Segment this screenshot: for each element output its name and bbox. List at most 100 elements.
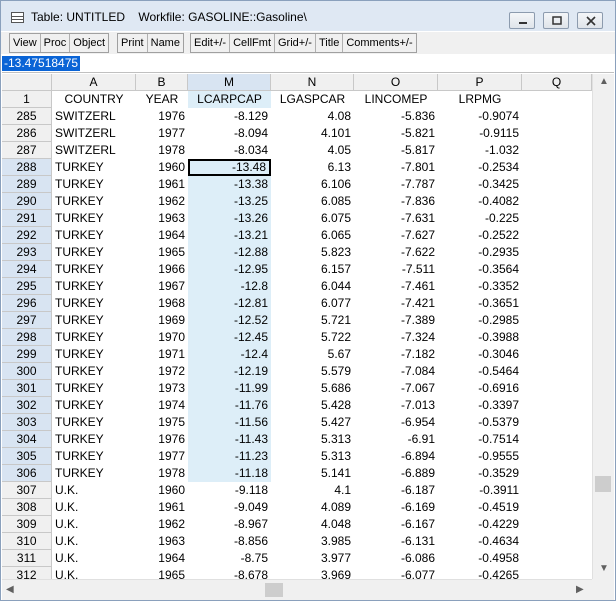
empty-cell-q[interactable] [522, 244, 592, 261]
row-header[interactable]: 1 [2, 91, 52, 108]
column-header-q[interactable]: Q [522, 74, 592, 91]
year-cell[interactable]: 1973 [136, 380, 188, 397]
lincomep-cell[interactable]: -7.787 [354, 176, 438, 193]
country-cell[interactable]: TURKEY [52, 176, 136, 193]
country-cell[interactable]: TURKEY [52, 346, 136, 363]
lrpmg-cell[interactable]: -0.5379 [438, 414, 522, 431]
lgaspcar-cell[interactable]: 5.579 [271, 363, 354, 380]
lincomep-cell[interactable]: -7.511 [354, 261, 438, 278]
lincomep-cell[interactable]: -7.631 [354, 210, 438, 227]
edit-toggle-button[interactable]: Edit+/- [191, 34, 231, 52]
lcarpcap-cell[interactable]: -11.18 [188, 465, 271, 482]
lcarpcap-cell[interactable]: -13.21 [188, 227, 271, 244]
year-cell[interactable]: 1964 [136, 227, 188, 244]
row-header[interactable]: 310 [2, 533, 52, 550]
proc-button[interactable]: Proc [41, 34, 71, 52]
lrpmg-cell[interactable]: -0.7514 [438, 431, 522, 448]
lrpmg-cell[interactable]: -0.3911 [438, 482, 522, 499]
lrpmg-cell[interactable]: -0.3651 [438, 295, 522, 312]
lcarpcap-cell[interactable]: -12.8 [188, 278, 271, 295]
lrpmg-cell[interactable]: -0.3352 [438, 278, 522, 295]
vertical-scrollbar[interactable]: ▲ ▼ [592, 74, 614, 579]
lrpmg-cell[interactable]: -0.3988 [438, 329, 522, 346]
lcarpcap-cell[interactable]: -8.856 [188, 533, 271, 550]
lgaspcar-cell[interactable]: 6.044 [271, 278, 354, 295]
empty-cell-q[interactable] [522, 278, 592, 295]
empty-cell-q[interactable] [522, 448, 592, 465]
lgaspcar-cell[interactable]: 6.157 [271, 261, 354, 278]
row-header[interactable]: 306 [2, 465, 52, 482]
empty-cell-q[interactable] [522, 142, 592, 159]
row-header[interactable]: 287 [2, 142, 52, 159]
row-header[interactable]: 286 [2, 125, 52, 142]
variable-name-cell[interactable]: LCARPCAP [188, 91, 271, 108]
lincomep-cell[interactable]: -7.461 [354, 278, 438, 295]
lcarpcap-cell[interactable]: -11.56 [188, 414, 271, 431]
variable-name-cell[interactable] [522, 91, 592, 108]
lincomep-cell[interactable]: -6.91 [354, 431, 438, 448]
lcarpcap-cell[interactable]: -8.678 [188, 567, 271, 579]
row-header[interactable]: 294 [2, 261, 52, 278]
row-header[interactable]: 304 [2, 431, 52, 448]
variable-name-cell[interactable]: LRPMG [438, 91, 522, 108]
lgaspcar-cell[interactable]: 5.67 [271, 346, 354, 363]
lcarpcap-cell[interactable]: -11.23 [188, 448, 271, 465]
lrpmg-cell[interactable]: -0.3397 [438, 397, 522, 414]
row-header[interactable]: 311 [2, 550, 52, 567]
row-header[interactable]: 303 [2, 414, 52, 431]
lincomep-cell[interactable]: -7.421 [354, 295, 438, 312]
country-cell[interactable]: TURKEY [52, 448, 136, 465]
row-header[interactable]: 296 [2, 295, 52, 312]
title-button[interactable]: Title [316, 34, 344, 52]
empty-cell-q[interactable] [522, 431, 592, 448]
year-cell[interactable]: 1969 [136, 312, 188, 329]
row-header[interactable]: 292 [2, 227, 52, 244]
empty-cell-q[interactable] [522, 516, 592, 533]
year-cell[interactable]: 1964 [136, 550, 188, 567]
lincomep-cell[interactable]: -5.817 [354, 142, 438, 159]
lrpmg-cell[interactable]: -0.4265 [438, 567, 522, 579]
name-button[interactable]: Name [148, 34, 183, 52]
row-header[interactable]: 298 [2, 329, 52, 346]
country-cell[interactable]: TURKEY [52, 278, 136, 295]
variable-name-cell[interactable]: LGASPCAR [271, 91, 354, 108]
lcarpcap-cell[interactable]: -8.129 [188, 108, 271, 125]
lincomep-cell[interactable]: -7.013 [354, 397, 438, 414]
scroll-right-icon[interactable]: ▶ [576, 584, 584, 595]
grid-toggle-button[interactable]: Grid+/- [275, 34, 316, 52]
empty-cell-q[interactable] [522, 550, 592, 567]
lgaspcar-cell[interactable]: 5.313 [271, 431, 354, 448]
lcarpcap-cell[interactable]: -8.094 [188, 125, 271, 142]
row-header[interactable]: 293 [2, 244, 52, 261]
country-cell[interactable]: TURKEY [52, 465, 136, 482]
year-cell[interactable]: 1972 [136, 363, 188, 380]
view-button[interactable]: View [10, 34, 41, 52]
minimize-button[interactable] [509, 12, 535, 29]
year-cell[interactable]: 1971 [136, 346, 188, 363]
scroll-up-icon[interactable]: ▲ [599, 76, 609, 87]
lgaspcar-cell[interactable]: 4.08 [271, 108, 354, 125]
lincomep-cell[interactable]: -7.389 [354, 312, 438, 329]
empty-cell-q[interactable] [522, 465, 592, 482]
lincomep-cell[interactable]: -6.894 [354, 448, 438, 465]
lincomep-cell[interactable]: -6.954 [354, 414, 438, 431]
lrpmg-cell[interactable]: -0.3529 [438, 465, 522, 482]
lcarpcap-cell[interactable]: -11.43 [188, 431, 271, 448]
scroll-left-icon[interactable]: ◀ [6, 584, 14, 595]
row-header[interactable]: 285 [2, 108, 52, 125]
horizontal-scrollbar[interactable]: ◀ ▶ [2, 579, 592, 600]
country-cell[interactable]: U.K. [52, 533, 136, 550]
empty-cell-q[interactable] [522, 193, 592, 210]
lgaspcar-cell[interactable]: 3.977 [271, 550, 354, 567]
maximize-button[interactable] [543, 12, 569, 29]
lgaspcar-cell[interactable]: 6.075 [271, 210, 354, 227]
lrpmg-cell[interactable]: -0.9115 [438, 125, 522, 142]
lrpmg-cell[interactable]: -0.225 [438, 210, 522, 227]
spreadsheet-grid[interactable]: A B M N O P Q 1 COUNTRY YEAR LCARPCAP LGASPCAR LINCO… [2, 74, 592, 579]
country-cell[interactable]: TURKEY [52, 397, 136, 414]
horizontal-scroll-thumb[interactable] [265, 583, 283, 597]
year-cell[interactable]: 1960 [136, 159, 188, 176]
lcarpcap-cell[interactable]: -13.38 [188, 176, 271, 193]
lcarpcap-cell[interactable]: -12.81 [188, 295, 271, 312]
empty-cell-q[interactable] [522, 210, 592, 227]
